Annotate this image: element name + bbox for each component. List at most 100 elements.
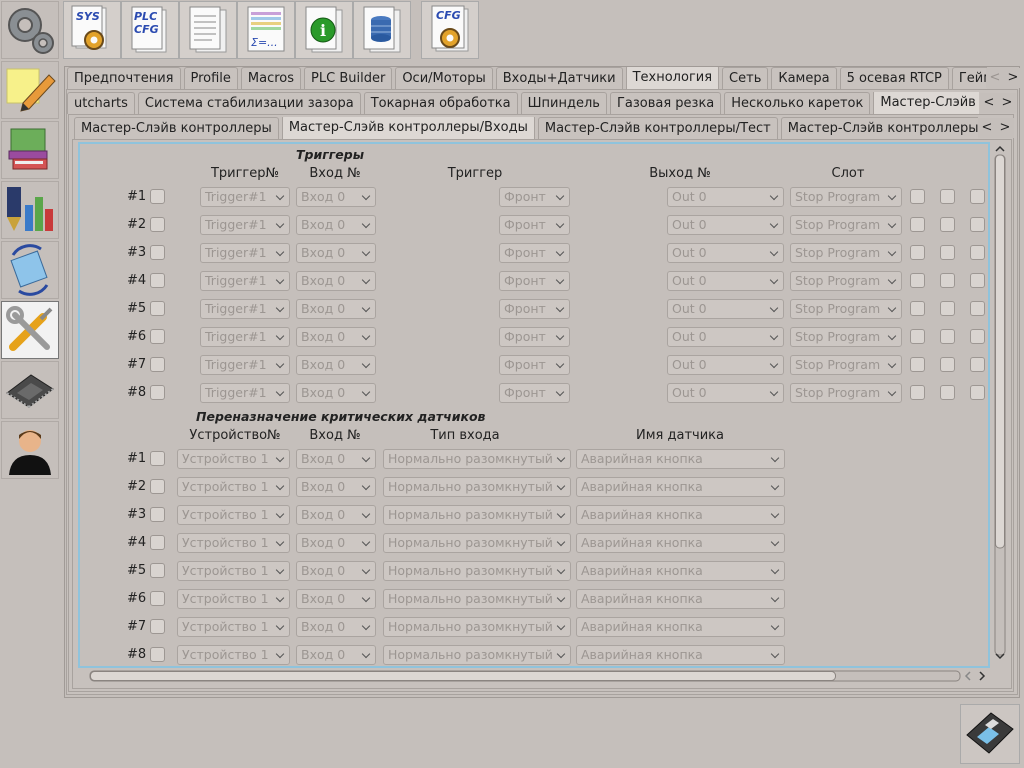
slot-option-checkbox-1[interactable] xyxy=(910,273,925,288)
slot-select[interactable]: Stop Program xyxy=(790,243,902,263)
sidebar-button-mycnc[interactable] xyxy=(1,241,59,299)
trigger-edge-select[interactable]: Фронт xyxy=(499,355,570,375)
tab-level3-2[interactable]: Мастер-Слэйв контроллеры/Тест xyxy=(537,117,778,139)
device-select[interactable]: Устройство 1 xyxy=(177,617,290,637)
sensor-name-select[interactable]: Аварийная кнопка xyxy=(576,645,785,665)
tab-level2-4[interactable]: Газовая резка xyxy=(609,92,722,114)
slot-option-checkbox-2[interactable] xyxy=(940,245,955,260)
sidebar-button-tools[interactable] xyxy=(1,301,59,359)
remap-input-select[interactable]: Вход 0 xyxy=(296,561,376,581)
tab-level1-8[interactable]: Камера xyxy=(771,67,837,89)
tab-level1-1[interactable]: Profile xyxy=(183,67,238,89)
trigger-no-select[interactable]: Trigger#1 xyxy=(200,299,290,319)
horizontal-scrollbar[interactable] xyxy=(78,668,990,684)
slot-option-checkbox-3[interactable] xyxy=(970,217,985,232)
toolbar-button-info[interactable]: i xyxy=(295,1,353,59)
slot-option-checkbox-1[interactable] xyxy=(910,301,925,316)
sidebar-button-books[interactable] xyxy=(1,121,59,179)
sensor-name-select[interactable]: Аварийная кнопка xyxy=(576,617,785,637)
row-enable-checkbox[interactable] xyxy=(150,647,165,662)
output-select[interactable]: Out 0 xyxy=(667,383,784,403)
trigger-edge-select[interactable]: Фронт xyxy=(499,299,570,319)
tab-level3-1[interactable]: Мастер-Слэйв контроллеры/Входы xyxy=(281,117,535,139)
row-enable-checkbox[interactable] xyxy=(150,301,165,316)
row-enable-checkbox[interactable] xyxy=(150,245,165,260)
tab-level2-3[interactable]: Шпиндель xyxy=(520,92,607,114)
slot-option-checkbox-2[interactable] xyxy=(940,273,955,288)
slot-option-checkbox-3[interactable] xyxy=(970,301,985,316)
trigger-edge-select[interactable]: Фронт xyxy=(499,187,570,207)
input-type-select[interactable]: Нормально разомкнутый xyxy=(383,505,571,525)
slot-option-checkbox-3[interactable] xyxy=(970,273,985,288)
input-type-select[interactable]: Нормально разомкнутый xyxy=(383,589,571,609)
device-select[interactable]: Устройство 1 xyxy=(177,561,290,581)
slot-option-checkbox-3[interactable] xyxy=(970,245,985,260)
device-select[interactable]: Устройство 1 xyxy=(177,449,290,469)
sidebar-button-chip[interactable] xyxy=(1,361,59,419)
tab-level2-5[interactable]: Несколько кареток xyxy=(724,92,871,114)
tab-level1-7[interactable]: Сеть xyxy=(722,67,769,89)
slot-select[interactable]: Stop Program xyxy=(790,299,902,319)
tab-level1-10[interactable]: Геймпад xyxy=(951,67,987,89)
tab-level1-3[interactable]: PLC Builder xyxy=(304,67,393,89)
row-enable-checkbox[interactable] xyxy=(150,563,165,578)
row-enable-checkbox[interactable] xyxy=(150,451,165,466)
slot-select[interactable]: Stop Program xyxy=(790,271,902,291)
device-select[interactable]: Устройство 1 xyxy=(177,533,290,553)
toolbar-button-document[interactable] xyxy=(179,1,237,59)
trigger-input-select[interactable]: Вход 0 xyxy=(296,355,376,375)
trigger-edge-select[interactable]: Фронт xyxy=(499,327,570,347)
tab-level2-1[interactable]: Система стабилизации зазора xyxy=(137,92,361,114)
input-type-select[interactable]: Нормально разомкнутый xyxy=(383,617,571,637)
row-enable-checkbox[interactable] xyxy=(150,189,165,204)
device-select[interactable]: Устройство 1 xyxy=(177,589,290,609)
slot-option-checkbox-1[interactable] xyxy=(910,385,925,400)
remap-input-select[interactable]: Вход 0 xyxy=(296,533,376,553)
tabs3-scroll-right[interactable]: > xyxy=(996,118,1014,138)
row-enable-checkbox[interactable] xyxy=(150,357,165,372)
output-select[interactable]: Out 0 xyxy=(667,215,784,235)
slot-select[interactable]: Stop Program xyxy=(790,355,902,375)
row-enable-checkbox[interactable] xyxy=(150,619,165,634)
sidebar-button-edit[interactable] xyxy=(1,61,59,119)
tab-level2-6[interactable]: Мастер-Слэйв контроллеры xyxy=(873,92,979,114)
remap-input-select[interactable]: Вход 0 xyxy=(296,589,376,609)
tab-level1-9[interactable]: 5 осевая RTCP xyxy=(839,67,949,89)
slot-option-checkbox-1[interactable] xyxy=(910,217,925,232)
row-enable-checkbox[interactable] xyxy=(150,535,165,550)
sidebar-button-settings[interactable] xyxy=(1,1,59,59)
slot-select[interactable]: Stop Program xyxy=(790,215,902,235)
sensor-name-select[interactable]: Аварийная кнопка xyxy=(576,561,785,581)
slot-select[interactable]: Stop Program xyxy=(790,383,902,403)
row-enable-checkbox[interactable] xyxy=(150,479,165,494)
slot-select[interactable]: Stop Program xyxy=(790,187,902,207)
tabs1-scroll-right[interactable]: > xyxy=(1004,68,1022,88)
slot-option-checkbox-2[interactable] xyxy=(940,357,955,372)
row-enable-checkbox[interactable] xyxy=(150,591,165,606)
device-select[interactable]: Устройство 1 xyxy=(177,505,290,525)
trigger-no-select[interactable]: Trigger#1 xyxy=(200,271,290,291)
trigger-no-select[interactable]: Trigger#1 xyxy=(200,243,290,263)
tab-level2-2[interactable]: Токарная обработка xyxy=(363,92,518,114)
remap-input-select[interactable]: Вход 0 xyxy=(296,505,376,525)
input-type-select[interactable]: Нормально разомкнутый xyxy=(383,561,571,581)
trigger-edge-select[interactable]: Фронт xyxy=(499,271,570,291)
output-select[interactable]: Out 0 xyxy=(667,271,784,291)
trigger-no-select[interactable]: Trigger#1 xyxy=(200,215,290,235)
tab-level1-5[interactable]: Входы+Датчики xyxy=(495,67,623,89)
tab-level1-6[interactable]: Технология xyxy=(625,67,720,89)
slot-option-checkbox-3[interactable] xyxy=(970,385,985,400)
sensor-name-select[interactable]: Аварийная кнопка xyxy=(576,449,785,469)
slot-option-checkbox-1[interactable] xyxy=(910,357,925,372)
slot-option-checkbox-3[interactable] xyxy=(970,189,985,204)
trigger-no-select[interactable]: Trigger#1 xyxy=(200,355,290,375)
trigger-input-select[interactable]: Вход 0 xyxy=(296,187,376,207)
tab-level1-0[interactable]: Предпочтения xyxy=(67,67,181,89)
trigger-input-select[interactable]: Вход 0 xyxy=(296,299,376,319)
slot-option-checkbox-2[interactable] xyxy=(940,385,955,400)
trigger-input-select[interactable]: Вход 0 xyxy=(296,271,376,291)
slot-option-checkbox-1[interactable] xyxy=(910,189,925,204)
row-enable-checkbox[interactable] xyxy=(150,329,165,344)
tab-level2-0[interactable]: utcharts xyxy=(67,92,135,114)
toolbar-button-spreadsheet[interactable]: Σ=... xyxy=(237,1,295,59)
